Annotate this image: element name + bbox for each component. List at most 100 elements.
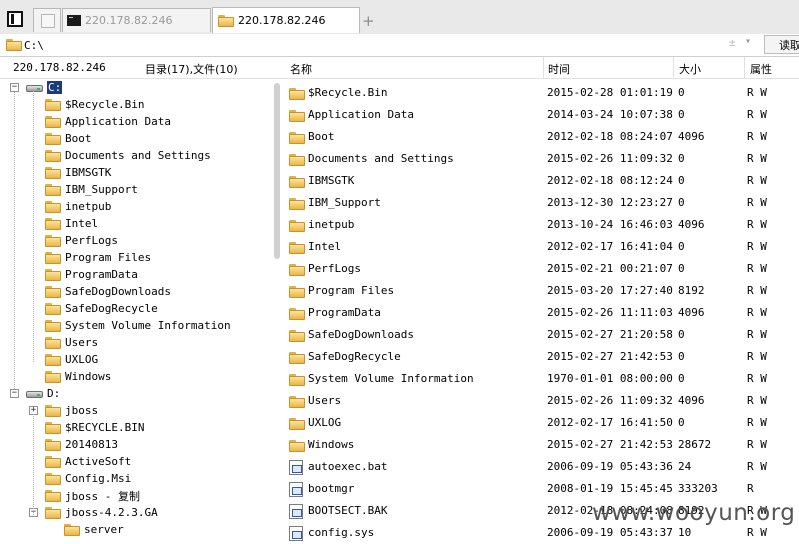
tree-item-label: 20140813 <box>65 438 118 451</box>
file-size: 8192 <box>678 284 705 297</box>
watermark: www.wooyun.org <box>592 500 796 526</box>
file-row[interactable]: IBMSGTK 2012-02-18 08:12:24 0 R W <box>285 169 799 191</box>
tree-drive[interactable]: C: <box>26 79 63 96</box>
tab-file-manager[interactable]: 220.178.82.246 <box>212 7 360 33</box>
column-header-attr[interactable]: 属性 <box>750 61 772 77</box>
tree-folder[interactable]: jboss-4.2.3.GA <box>45 504 158 521</box>
tree-folder[interactable]: jboss <box>45 402 98 419</box>
file-row[interactable]: System Volume Information 1970-01-01 08:0… <box>285 367 799 389</box>
tree-drive[interactable]: D: <box>26 385 60 402</box>
column-header-size[interactable]: 大小 <box>679 61 701 77</box>
new-tab-button[interactable]: + <box>362 12 375 30</box>
tree-item-label: SafeDogDownloads <box>65 285 171 298</box>
folder-icon <box>45 472 61 485</box>
tree-folder[interactable]: inetpub <box>45 198 111 215</box>
tree-scrollbar[interactable] <box>271 79 285 544</box>
tree-folder[interactable]: PerfLogs <box>45 232 118 249</box>
file-row[interactable]: SafeDogDownloads 2015-02-27 21:20:58 0 R W <box>285 323 799 345</box>
tree-folder[interactable]: SafeDogDownloads <box>45 283 171 300</box>
file-time: 2013-10-24 16:46:03 <box>547 218 673 231</box>
folder-icon <box>289 242 305 254</box>
path-input[interactable] <box>24 37 724 53</box>
tree-folder[interactable]: Config.Msi <box>45 470 131 487</box>
file-time: 2015-02-27 21:42:53 <box>547 350 673 363</box>
tree-guide-line <box>33 414 34 515</box>
tree-guide-line <box>33 91 34 362</box>
tree-folder[interactable]: Documents and Settings <box>45 147 211 164</box>
tree-folder[interactable]: UXLOG <box>45 351 98 368</box>
folder-icon <box>289 286 305 298</box>
file-row[interactable]: ProgramData 2015-02-26 11:11:03 4096 R W <box>285 301 799 323</box>
chevron-down-icon[interactable]: ▾ <box>745 36 751 47</box>
history-toggle[interactable]: ± <box>729 36 736 49</box>
scrollbar-thumb[interactable] <box>274 83 280 259</box>
tree-folder[interactable]: SafeDogRecycle <box>45 300 158 317</box>
file-attr: R W <box>747 262 767 275</box>
file-row[interactable]: Documents and Settings 2015-02-26 11:09:3… <box>285 147 799 169</box>
column-header-time[interactable]: 时间 <box>548 61 570 77</box>
file-size: 0 <box>678 240 685 253</box>
folder-icon <box>45 200 61 213</box>
tree-folder[interactable]: Windows <box>45 368 111 385</box>
folder-icon <box>45 183 61 196</box>
tree-folder[interactable]: IBM_Support <box>45 181 138 198</box>
tree-folder[interactable]: Boot <box>45 130 92 147</box>
file-row[interactable]: UXLOG 2012-02-17 16:41:50 0 R W <box>285 411 799 433</box>
file-row[interactable]: Windows 2015-02-27 21:42:53 28672 R W <box>285 433 799 455</box>
tree-folder[interactable]: Application Data <box>45 113 171 130</box>
file-row[interactable]: Users 2015-02-26 11:09:32 4096 R W <box>285 389 799 411</box>
file-row[interactable]: inetpub 2013-10-24 16:46:03 4096 R W <box>285 213 799 235</box>
file-row[interactable]: Boot 2012-02-18 08:24:07 4096 R W <box>285 125 799 147</box>
tree-folder[interactable]: System Volume Information <box>45 317 231 334</box>
file-row[interactable]: Intel 2012-02-17 16:41:04 0 R W <box>285 235 799 257</box>
file-row[interactable]: IBM_Support 2013-12-30 12:23:27 0 R W <box>285 191 799 213</box>
file-row[interactable]: bootmgr 2008-01-19 15:45:45 333203 R <box>285 477 799 499</box>
column-header-name[interactable]: 名称 <box>290 61 312 77</box>
tree-folder[interactable]: Program Files <box>45 249 151 266</box>
tree-item-label: Documents and Settings <box>65 149 211 162</box>
tree-folder[interactable]: Intel <box>45 215 98 232</box>
tree-folder[interactable]: ProgramData <box>45 266 138 283</box>
file-row[interactable]: Application Data 2014-03-24 10:07:38 0 R W <box>285 103 799 125</box>
column-divider[interactable] <box>543 57 544 78</box>
column-divider[interactable] <box>744 57 745 78</box>
file-time: 2015-03-20 17:27:40 <box>547 284 673 297</box>
file-time: 2006-09-19 05:43:37 <box>547 526 673 539</box>
folder-icon <box>289 154 305 166</box>
file-row[interactable]: $Recycle.Bin 2015-02-28 01:01:19 0 R W <box>285 81 799 103</box>
tree-item-label: IBMSGTK <box>65 166 112 179</box>
collapse-icon[interactable]: − <box>10 389 19 398</box>
read-button[interactable]: 读取 <box>764 35 799 54</box>
tree-item-label: jboss - 复制 <box>65 489 140 503</box>
tree-folder[interactable]: IBMSGTK <box>45 164 111 181</box>
tree-folder[interactable]: ActiveSoft <box>45 453 131 470</box>
tree-folder[interactable]: $RECYCLE.BIN <box>45 419 144 436</box>
file-row[interactable]: PerfLogs 2015-02-21 00:21:07 0 R W <box>285 257 799 279</box>
tree-folder[interactable]: 20140813 <box>45 436 118 453</box>
collapse-icon[interactable]: − <box>10 83 19 92</box>
file-row[interactable]: autoexec.bat 2006-09-19 05:43:36 24 R W <box>285 455 799 477</box>
tree-folder[interactable]: $Recycle.Bin <box>45 96 144 113</box>
file-size: 0 <box>678 350 685 363</box>
tree-guide-line <box>14 92 15 389</box>
tree-folder[interactable]: Users <box>45 334 98 351</box>
file-size: 0 <box>678 174 685 187</box>
file-row[interactable]: Program Files 2015-03-20 17:27:40 8192 R W <box>285 279 799 301</box>
tab-terminal[interactable]: 220.178.82.246 <box>62 8 211 32</box>
file-time: 2015-02-27 21:20:58 <box>547 328 673 341</box>
folder-icon <box>45 336 61 349</box>
folder-icon <box>45 251 61 264</box>
tree-folder[interactable]: jboss - 复制 <box>45 487 140 504</box>
folder-icon <box>45 404 61 417</box>
folder-icon <box>45 302 61 315</box>
folder-icon <box>45 421 61 434</box>
tree-folder[interactable]: server <box>64 521 124 538</box>
tab-blank[interactable] <box>33 8 61 32</box>
drive-icon <box>26 83 43 93</box>
folder-icon <box>45 132 61 145</box>
panel-toggle-button[interactable] <box>7 11 23 27</box>
column-divider[interactable] <box>673 57 674 78</box>
tree-item-label: $RECYCLE.BIN <box>65 421 145 434</box>
file-row[interactable]: SafeDogRecycle 2015-02-27 21:42:53 0 R W <box>285 345 799 367</box>
folder-icon <box>45 506 61 519</box>
